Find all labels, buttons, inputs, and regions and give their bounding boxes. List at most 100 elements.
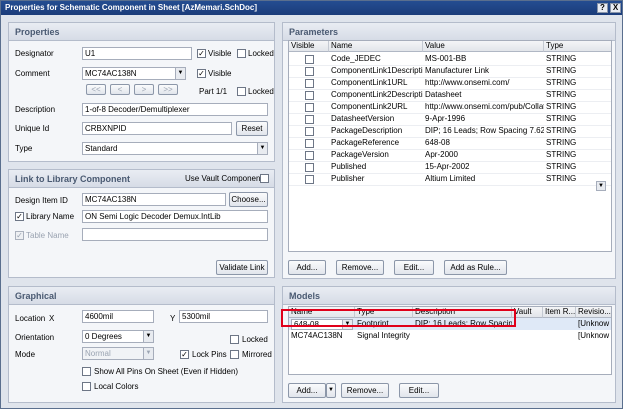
mode-dropdown[interactable]: Normal ▼: [82, 347, 154, 360]
param-type-cell[interactable]: STRING: [544, 149, 611, 161]
use-vault-checkbox[interactable]: [260, 174, 269, 183]
model-name-cell[interactable]: MC74AC138N: [289, 330, 355, 342]
model-remove-button[interactable]: Remove...: [341, 383, 389, 398]
reset-button[interactable]: Reset: [236, 121, 268, 136]
chevron-down-icon: ▼: [143, 348, 153, 359]
param-value-cell[interactable]: Altium Limited: [423, 173, 544, 185]
col-visible[interactable]: Visible: [289, 41, 329, 52]
param-type-cell[interactable]: STRING: [544, 113, 611, 125]
next-part-button[interactable]: >: [134, 84, 154, 95]
library-name-checkbox[interactable]: ✓: [15, 212, 24, 221]
param-value-cell[interactable]: http://www.onsemi.com/pub/Collateral/: [423, 101, 544, 113]
designator-locked-checkbox[interactable]: [237, 49, 246, 58]
param-value-cell[interactable]: Apr-2000: [423, 149, 544, 161]
param-name-cell[interactable]: ComponentLink1Description: [329, 65, 423, 77]
col-model-revision[interactable]: Revisio...: [576, 307, 611, 318]
model-revision-cell[interactable]: [Unknow: [576, 318, 611, 330]
show-all-pins-checkbox[interactable]: [82, 367, 91, 376]
first-part-button[interactable]: <<: [86, 84, 106, 95]
help-button[interactable]: ?: [597, 3, 608, 13]
library-name-input[interactable]: ON Semi Logic Decoder Demux.IntLib: [82, 210, 268, 223]
location-x-input[interactable]: 4600mil: [82, 310, 154, 323]
param-add-button[interactable]: Add...: [288, 260, 326, 275]
param-name-cell[interactable]: ComponentLink2Description: [329, 89, 423, 101]
param-type-cell[interactable]: STRING: [544, 65, 611, 77]
comment-visible-checkbox[interactable]: ✓: [197, 69, 206, 78]
choose-button[interactable]: Choose...: [229, 192, 268, 207]
param-visible-checkbox[interactable]: [305, 91, 314, 100]
models-title: Models: [283, 287, 615, 305]
col-model-item[interactable]: Item R...: [543, 307, 576, 318]
add-as-rule-button[interactable]: Add as Rule...: [444, 260, 507, 275]
table-name-input[interactable]: [82, 228, 268, 241]
param-remove-button[interactable]: Remove...: [336, 260, 384, 275]
validate-link-button[interactable]: Validate Link: [216, 260, 268, 275]
col-type[interactable]: Type: [544, 41, 611, 52]
last-part-button[interactable]: >>: [158, 84, 178, 95]
param-value-cell[interactable]: 15-Apr-2002: [423, 161, 544, 173]
graphical-locked-checkbox[interactable]: [230, 335, 239, 344]
param-type-cell[interactable]: STRING: [544, 53, 611, 65]
param-visible-checkbox[interactable]: [305, 163, 314, 172]
graphical-panel: Graphical Location X 4600mil Y 5300mil O…: [8, 286, 275, 403]
design-item-input[interactable]: MC74AC138N: [82, 193, 226, 206]
param-value-cell[interactable]: DIP; 16 Leads; Row Spacing 7.62 mm: [423, 125, 544, 137]
param-type-cell[interactable]: STRING: [544, 101, 611, 113]
param-value-cell[interactable]: http://www.onsemi.com/: [423, 77, 544, 89]
param-type-cell[interactable]: STRING: [544, 137, 611, 149]
prev-part-button[interactable]: <: [110, 84, 130, 95]
chevron-down-icon[interactable]: ▼: [596, 181, 606, 191]
param-name-cell[interactable]: Code_JEDEC: [329, 53, 423, 65]
param-name-cell[interactable]: Publisher: [329, 173, 423, 185]
model-type-cell[interactable]: Signal Integrity: [355, 330, 435, 342]
param-visible-checkbox[interactable]: [305, 139, 314, 148]
designator-visible-checkbox[interactable]: ✓: [197, 49, 206, 58]
comment-dropdown[interactable]: MC74AC138N ▼: [82, 67, 186, 80]
param-visible-checkbox[interactable]: [305, 79, 314, 88]
param-value-cell[interactable]: 9-Apr-1996: [423, 113, 544, 125]
part-locked-checkbox[interactable]: [237, 87, 246, 96]
designator-input[interactable]: U1: [82, 47, 192, 60]
close-button[interactable]: X: [610, 3, 621, 13]
orientation-dropdown[interactable]: 0 Degrees ▼: [82, 330, 154, 343]
param-name-cell[interactable]: ComponentLink2URL: [329, 101, 423, 113]
model-add-button[interactable]: Add...: [288, 383, 326, 398]
param-visible-checkbox[interactable]: [305, 103, 314, 112]
model-edit-button[interactable]: Edit...: [399, 383, 439, 398]
uniqueid-input[interactable]: CRBXNPID: [82, 122, 232, 135]
graphical-locked-label: Locked: [242, 335, 268, 344]
param-name-cell[interactable]: Published: [329, 161, 423, 173]
param-visible-checkbox[interactable]: [305, 55, 314, 64]
param-type-cell[interactable]: STRING: [544, 161, 611, 173]
type-dropdown[interactable]: Standard ▼: [82, 142, 268, 155]
col-value[interactable]: Value: [423, 41, 544, 52]
param-visible-checkbox[interactable]: [305, 175, 314, 184]
col-model-vault[interactable]: Vault: [512, 307, 543, 318]
param-name-cell[interactable]: ComponentLink1URL: [329, 77, 423, 89]
param-visible-checkbox[interactable]: [305, 151, 314, 160]
param-visible-checkbox[interactable]: [305, 127, 314, 136]
chevron-down-icon[interactable]: ▼: [326, 383, 336, 398]
param-name-cell[interactable]: DatasheetVersion: [329, 113, 423, 125]
param-visible-checkbox[interactable]: [305, 115, 314, 124]
local-colors-checkbox[interactable]: [82, 382, 91, 391]
location-y-input[interactable]: 5300mil: [179, 310, 268, 323]
param-value-cell[interactable]: Datasheet: [423, 89, 544, 101]
param-value-cell[interactable]: MS-001-BB: [423, 53, 544, 65]
param-type-cell[interactable]: STRING: [544, 125, 611, 137]
param-name-cell[interactable]: PackageDescription: [329, 125, 423, 137]
col-name[interactable]: Name: [329, 41, 423, 52]
param-visible-checkbox[interactable]: [305, 67, 314, 76]
model-revision-cell[interactable]: [Unknow: [576, 330, 611, 342]
mirrored-checkbox[interactable]: [230, 350, 239, 359]
param-type-cell[interactable]: STRING: [544, 77, 611, 89]
lock-pins-checkbox[interactable]: ✓: [180, 350, 189, 359]
param-value-cell[interactable]: 648-08: [423, 137, 544, 149]
param-name-cell[interactable]: PackageReference: [329, 137, 423, 149]
param-edit-button[interactable]: Edit...: [394, 260, 434, 275]
param-name-cell[interactable]: PackageVersion: [329, 149, 423, 161]
param-value-cell[interactable]: Manufacturer Link: [423, 65, 544, 77]
param-type-cell[interactable]: STRING: [544, 89, 611, 101]
table-name-checkbox[interactable]: ✓: [15, 231, 24, 240]
description-input[interactable]: 1-of-8 Decoder/Demultiplexer: [82, 103, 268, 116]
